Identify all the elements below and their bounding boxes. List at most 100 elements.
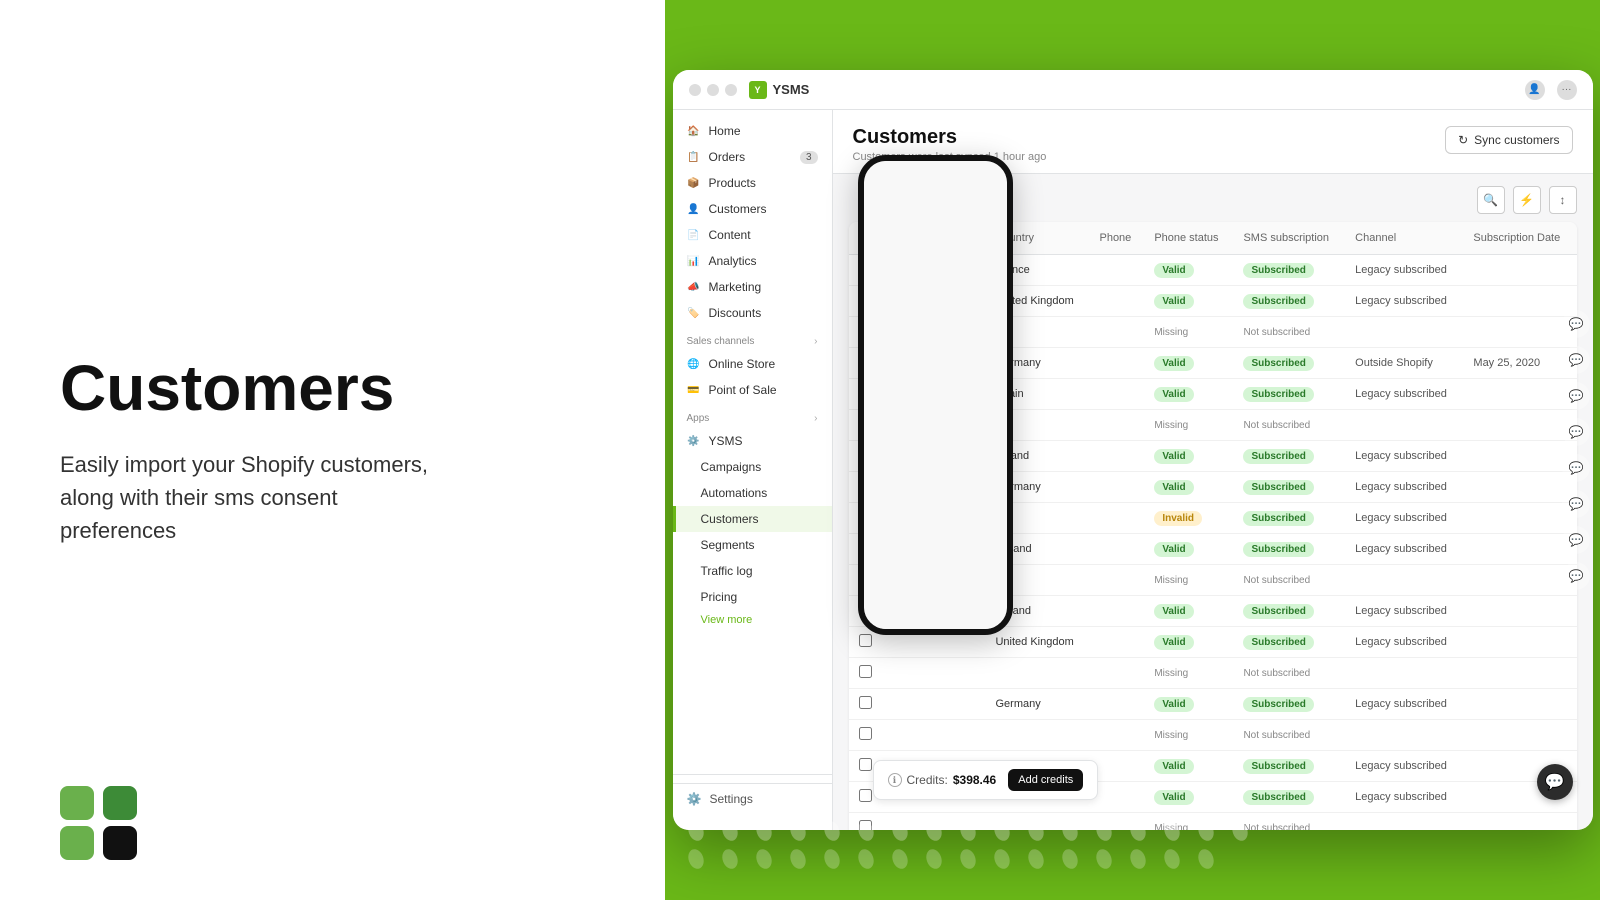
ysms-icon: ⚙️ [687,434,701,448]
sidebar-item-marketing[interactable]: 📣 Marketing [673,274,832,300]
cell-channel: Legacy subscribed [1345,782,1463,813]
row-checkbox[interactable] [859,634,872,647]
sms-badge: Not subscribed [1243,575,1310,586]
sidebar-label-home: Home [709,124,741,138]
search-button[interactable]: 🔍 [1477,186,1505,214]
sms-badge: Subscribed [1243,542,1313,557]
cell-sms-subscription: Subscribed [1233,348,1345,379]
cell-phone [1089,255,1144,286]
sidebar-item-customers[interactable]: 👤 Customers [673,196,832,222]
chat-fab-button[interactable]: 💬 [1537,764,1573,800]
settings-label: Settings [709,792,752,806]
traffic-label: Traffic log [701,564,753,578]
cell-phone-status: Valid [1144,441,1233,472]
sms-badge: Subscribed [1243,387,1313,402]
cell-subscription-date [1463,689,1576,720]
phone-screen [864,161,1007,629]
sms-badge: Not subscribed [1243,420,1310,431]
side-icon-2: 💬 [1562,346,1590,374]
cell-subscription-date [1463,534,1576,565]
cell-subscription-date [1463,627,1576,658]
cell-customer-name [882,658,986,689]
orders-icon: 📋 [687,150,701,164]
sidebar-item-pos[interactable]: 💳 Point of Sale [673,377,832,403]
cell-channel: Outside Shopify [1345,348,1463,379]
sidebar-item-content[interactable]: 📄 Content [673,222,832,248]
row-checkbox[interactable] [859,696,872,709]
sidebar-item-products[interactable]: 📦 Products [673,170,832,196]
sidebar-sub-campaigns[interactable]: Campaigns [673,454,832,480]
sort-button[interactable]: ↕ [1549,186,1577,214]
sidebar-item-analytics[interactable]: 📊 Analytics [673,248,832,274]
cell-sms-subscription: Not subscribed [1233,720,1345,751]
sidebar-item-discounts[interactable]: 🏷️ Discounts [673,300,832,326]
sidebar-item-ysms[interactable]: ⚙️ YSMS [673,428,832,454]
cell-phone-status: Valid [1144,627,1233,658]
sidebar-item-orders[interactable]: 📋 Orders 3 [673,144,832,170]
cell-subscription-date [1463,565,1576,596]
sidebar-sub-segments[interactable]: Segments [673,532,832,558]
cell-channel: Legacy subscribed [1345,596,1463,627]
sidebar-label-customers: Customers [709,202,767,216]
cell-phone [1089,627,1144,658]
apps-chevron: › [814,413,817,424]
sms-badge: Subscribed [1243,263,1313,278]
sidebar-label-pos: Point of Sale [709,383,777,397]
col-sms-subscription: SMS subscription [1233,222,1345,255]
sidebar-item-online-store[interactable]: 🌐 Online Store [673,351,832,377]
apps-section: Apps › [673,403,832,428]
sidebar-label-orders: Orders [709,150,746,164]
more-icon[interactable]: ··· [1557,80,1577,100]
phone-status-badge: Valid [1154,604,1193,619]
marketing-icon: 📣 [687,280,701,294]
sync-customers-button[interactable]: ↻ Sync customers [1445,126,1572,154]
cell-phone-status: Valid [1144,379,1233,410]
row-checkbox[interactable] [859,789,872,802]
campaigns-label: Campaigns [701,460,762,474]
phone-status-badge: Valid [1154,449,1193,464]
cell-subscription-date [1463,658,1576,689]
row-checkbox[interactable] [859,758,872,771]
side-icon-7: 💬 [1562,526,1590,554]
sidebar: 🏠 Home 📋 Orders 3 📦 Products [673,110,833,830]
phone-status-badge: Valid [1154,387,1193,402]
sidebar-view-more[interactable]: View more [673,610,832,630]
sidebar-sub-traffic[interactable]: Traffic log [673,558,832,584]
cell-phone [1089,317,1144,348]
row-checkbox[interactable] [859,727,872,740]
subtext: Easily import your Shopify customers, al… [60,448,440,547]
cell-phone [1089,596,1144,627]
user-icon[interactable]: 👤 [1525,80,1545,100]
cell-phone [1089,565,1144,596]
row-checkbox[interactable] [859,665,872,678]
sidebar-label-content: Content [709,228,751,242]
sales-channels-label: Sales channels [687,336,755,347]
brand-icon: Y [749,81,767,99]
sms-badge: Subscribed [1243,449,1313,464]
sidebar-sub-automations[interactable]: Automations [673,480,832,506]
cell-sms-subscription: Subscribed [1233,534,1345,565]
online-store-icon: 🌐 [687,357,701,371]
sidebar-sub-pricing[interactable]: Pricing [673,584,832,610]
cell-sms-subscription: Subscribed [1233,503,1345,534]
logo-grid [60,786,140,860]
sidebar-label-products: Products [709,176,756,190]
sales-channels-section: Sales channels › [673,326,832,351]
cell-phone-status: Valid [1144,689,1233,720]
cell-sms-subscription: Subscribed [1233,286,1345,317]
cell-phone-status: Valid [1144,782,1233,813]
col-channel: Channel [1345,222,1463,255]
cell-phone-status: Valid [1144,751,1233,782]
sms-badge: Not subscribed [1243,327,1310,338]
add-credits-button[interactable]: Add credits [1008,769,1083,791]
automations-label: Automations [701,486,768,500]
left-panel: Customers Easily import your Shopify cus… [0,0,665,900]
cell-channel: Legacy subscribed [1345,379,1463,410]
sidebar-sub-customers[interactable]: Customers [673,506,832,532]
side-icon-1: 💬 [1562,310,1590,338]
filter-button[interactable]: ⚡ [1513,186,1541,214]
phone-mockup [858,155,1013,635]
sidebar-item-home[interactable]: 🏠 Home [673,118,832,144]
cell-phone-status: Missing [1144,565,1233,596]
sms-badge: Subscribed [1243,604,1313,619]
